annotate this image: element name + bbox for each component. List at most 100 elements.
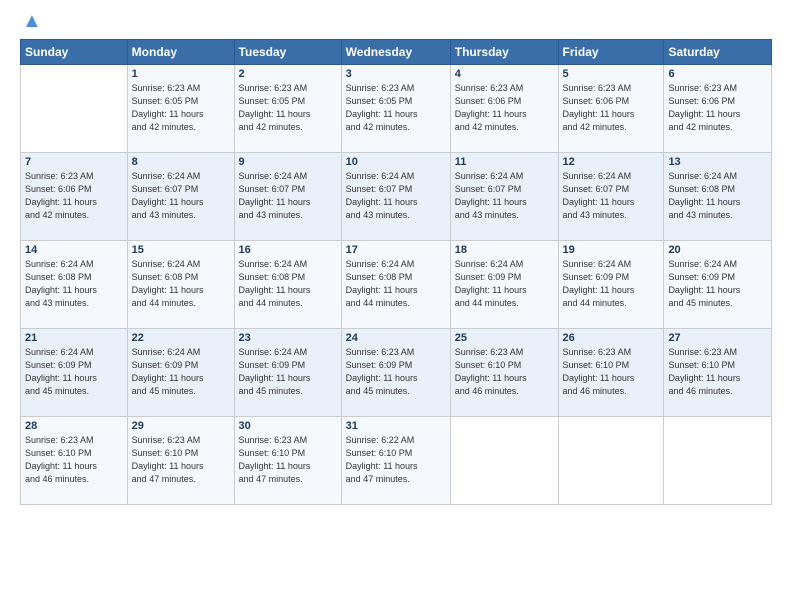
day-info: Sunrise: 6:23 AM Sunset: 6:10 PM Dayligh… — [132, 434, 230, 486]
day-info: Sunrise: 6:23 AM Sunset: 6:09 PM Dayligh… — [346, 346, 446, 398]
calendar-cell: 29 Sunrise: 6:23 AM Sunset: 6:10 PM Dayli… — [127, 417, 234, 505]
day-info: Sunrise: 6:24 AM Sunset: 6:07 PM Dayligh… — [563, 170, 660, 222]
day-number: 8 — [132, 156, 230, 168]
calendar-week-row: 1 Sunrise: 6:23 AM Sunset: 6:05 PM Daylig… — [21, 65, 772, 153]
page: ▲ SundayMondayTuesdayWednesdayThursdayFr… — [0, 0, 792, 612]
day-info: Sunrise: 6:23 AM Sunset: 6:06 PM Dayligh… — [25, 170, 123, 222]
day-number: 16 — [239, 244, 337, 256]
calendar-cell: 21 Sunrise: 6:24 AM Sunset: 6:09 PM Dayli… — [21, 329, 128, 417]
day-number: 24 — [346, 332, 446, 344]
calendar-cell: 6Sunrise: 6:23 AM Sunset: 6:06 PM Daylig… — [664, 65, 772, 153]
day-info: Sunrise: 6:23 AM Sunset: 6:10 PM Dayligh… — [563, 346, 660, 398]
day-info: Sunrise: 6:24 AM Sunset: 6:09 PM Dayligh… — [455, 258, 554, 310]
day-number: 29 — [132, 420, 230, 432]
calendar-week-row: 14 Sunrise: 6:24 AM Sunset: 6:08 PM Dayli… — [21, 241, 772, 329]
weekday-header-saturday: Saturday — [664, 40, 772, 65]
calendar-cell: 14 Sunrise: 6:24 AM Sunset: 6:08 PM Dayli… — [21, 241, 128, 329]
calendar-table: SundayMondayTuesdayWednesdayThursdayFrid… — [20, 39, 772, 505]
day-info: Sunrise: 6:22 AM Sunset: 6:10 PM Dayligh… — [346, 434, 446, 486]
day-info: Sunrise: 6:23 AM Sunset: 6:06 PM Dayligh… — [455, 82, 554, 134]
day-number: 6 — [668, 68, 767, 80]
day-number: 1 — [132, 68, 230, 80]
day-number: 26 — [563, 332, 660, 344]
calendar-cell: 17Sunrise: 6:24 AM Sunset: 6:08 PM Dayli… — [341, 241, 450, 329]
calendar-cell: 11 Sunrise: 6:24 AM Sunset: 6:07 PM Dayli… — [450, 153, 558, 241]
day-number: 11 — [455, 156, 554, 168]
day-number: 28 — [25, 420, 123, 432]
day-number: 12 — [563, 156, 660, 168]
calendar-week-row: 28 Sunrise: 6:23 AM Sunset: 6:10 PM Dayli… — [21, 417, 772, 505]
day-number: 7 — [25, 156, 123, 168]
weekday-header-tuesday: Tuesday — [234, 40, 341, 65]
day-info: Sunrise: 6:23 AM Sunset: 6:10 PM Dayligh… — [25, 434, 123, 486]
day-number: 2 — [239, 68, 337, 80]
day-info: Sunrise: 6:23 AM Sunset: 6:05 PM Dayligh… — [239, 82, 337, 134]
calendar-cell: 7 Sunrise: 6:23 AM Sunset: 6:06 PM Daylig… — [21, 153, 128, 241]
calendar-cell: 23 Sunrise: 6:24 AM Sunset: 6:09 PM Dayli… — [234, 329, 341, 417]
day-number: 21 — [25, 332, 123, 344]
day-info: Sunrise: 6:24 AM Sunset: 6:09 PM Dayligh… — [668, 258, 767, 310]
day-info: Sunrise: 6:24 AM Sunset: 6:09 PM Dayligh… — [563, 258, 660, 310]
calendar-cell: 4 Sunrise: 6:23 AM Sunset: 6:06 PM Daylig… — [450, 65, 558, 153]
logo: ▲ — [20, 18, 42, 33]
calendar-cell: 5Sunrise: 6:23 AM Sunset: 6:06 PM Daylig… — [558, 65, 664, 153]
day-number: 3 — [346, 68, 446, 80]
day-info: Sunrise: 6:24 AM Sunset: 6:08 PM Dayligh… — [668, 170, 767, 222]
day-info: Sunrise: 6:23 AM Sunset: 6:10 PM Dayligh… — [668, 346, 767, 398]
day-number: 22 — [132, 332, 230, 344]
day-number: 5 — [563, 68, 660, 80]
day-number: 30 — [239, 420, 337, 432]
day-info: Sunrise: 6:24 AM Sunset: 6:08 PM Dayligh… — [25, 258, 123, 310]
day-info: Sunrise: 6:24 AM Sunset: 6:08 PM Dayligh… — [346, 258, 446, 310]
calendar-cell: 30 Sunrise: 6:23 AM Sunset: 6:10 PM Dayli… — [234, 417, 341, 505]
day-info: Sunrise: 6:24 AM Sunset: 6:07 PM Dayligh… — [455, 170, 554, 222]
day-info: Sunrise: 6:23 AM Sunset: 6:05 PM Dayligh… — [132, 82, 230, 134]
day-number: 9 — [239, 156, 337, 168]
calendar-cell: 22Sunrise: 6:24 AM Sunset: 6:09 PM Dayli… — [127, 329, 234, 417]
day-number: 23 — [239, 332, 337, 344]
calendar-cell — [21, 65, 128, 153]
calendar-cell: 24 Sunrise: 6:23 AM Sunset: 6:09 PM Dayli… — [341, 329, 450, 417]
calendar-cell: 18 Sunrise: 6:24 AM Sunset: 6:09 PM Dayli… — [450, 241, 558, 329]
day-info: Sunrise: 6:23 AM Sunset: 6:10 PM Dayligh… — [455, 346, 554, 398]
calendar-cell: 9Sunrise: 6:24 AM Sunset: 6:07 PM Daylig… — [234, 153, 341, 241]
day-number: 18 — [455, 244, 554, 256]
day-info: Sunrise: 6:23 AM Sunset: 6:10 PM Dayligh… — [239, 434, 337, 486]
calendar-cell: 1 Sunrise: 6:23 AM Sunset: 6:05 PM Daylig… — [127, 65, 234, 153]
calendar-cell: 20Sunrise: 6:24 AM Sunset: 6:09 PM Dayli… — [664, 241, 772, 329]
day-number: 10 — [346, 156, 446, 168]
calendar-cell: 16Sunrise: 6:24 AM Sunset: 6:08 PM Dayli… — [234, 241, 341, 329]
calendar-cell: 25 Sunrise: 6:23 AM Sunset: 6:10 PM Dayli… — [450, 329, 558, 417]
weekday-header-thursday: Thursday — [450, 40, 558, 65]
day-info: Sunrise: 6:24 AM Sunset: 6:08 PM Dayligh… — [132, 258, 230, 310]
day-number: 25 — [455, 332, 554, 344]
day-info: Sunrise: 6:24 AM Sunset: 6:09 PM Dayligh… — [239, 346, 337, 398]
weekday-header-wednesday: Wednesday — [341, 40, 450, 65]
calendar-cell: 12 Sunrise: 6:24 AM Sunset: 6:07 PM Dayli… — [558, 153, 664, 241]
calendar-cell — [558, 417, 664, 505]
calendar-cell: 15Sunrise: 6:24 AM Sunset: 6:08 PM Dayli… — [127, 241, 234, 329]
weekday-header-sunday: Sunday — [21, 40, 128, 65]
day-info: Sunrise: 6:24 AM Sunset: 6:07 PM Dayligh… — [132, 170, 230, 222]
calendar-cell: 31 Sunrise: 6:22 AM Sunset: 6:10 PM Dayli… — [341, 417, 450, 505]
logo-bird-icon: ▲ — [22, 10, 42, 33]
weekday-header-monday: Monday — [127, 40, 234, 65]
calendar-cell: 26 Sunrise: 6:23 AM Sunset: 6:10 PM Dayli… — [558, 329, 664, 417]
calendar-cell: 3Sunrise: 6:23 AM Sunset: 6:05 PM Daylig… — [341, 65, 450, 153]
calendar-cell: 28 Sunrise: 6:23 AM Sunset: 6:10 PM Dayli… — [21, 417, 128, 505]
calendar-cell: 2 Sunrise: 6:23 AM Sunset: 6:05 PM Daylig… — [234, 65, 341, 153]
calendar-week-row: 7 Sunrise: 6:23 AM Sunset: 6:06 PM Daylig… — [21, 153, 772, 241]
calendar-cell — [664, 417, 772, 505]
weekday-header-row: SundayMondayTuesdayWednesdayThursdayFrid… — [21, 40, 772, 65]
calendar-cell: 13Sunrise: 6:24 AM Sunset: 6:08 PM Dayli… — [664, 153, 772, 241]
day-number: 31 — [346, 420, 446, 432]
day-number: 14 — [25, 244, 123, 256]
calendar-cell — [450, 417, 558, 505]
day-number: 4 — [455, 68, 554, 80]
calendar-cell: 19Sunrise: 6:24 AM Sunset: 6:09 PM Dayli… — [558, 241, 664, 329]
calendar-week-row: 21 Sunrise: 6:24 AM Sunset: 6:09 PM Dayli… — [21, 329, 772, 417]
weekday-header-friday: Friday — [558, 40, 664, 65]
calendar-cell: 8 Sunrise: 6:24 AM Sunset: 6:07 PM Daylig… — [127, 153, 234, 241]
day-number: 27 — [668, 332, 767, 344]
day-info: Sunrise: 6:24 AM Sunset: 6:09 PM Dayligh… — [25, 346, 123, 398]
